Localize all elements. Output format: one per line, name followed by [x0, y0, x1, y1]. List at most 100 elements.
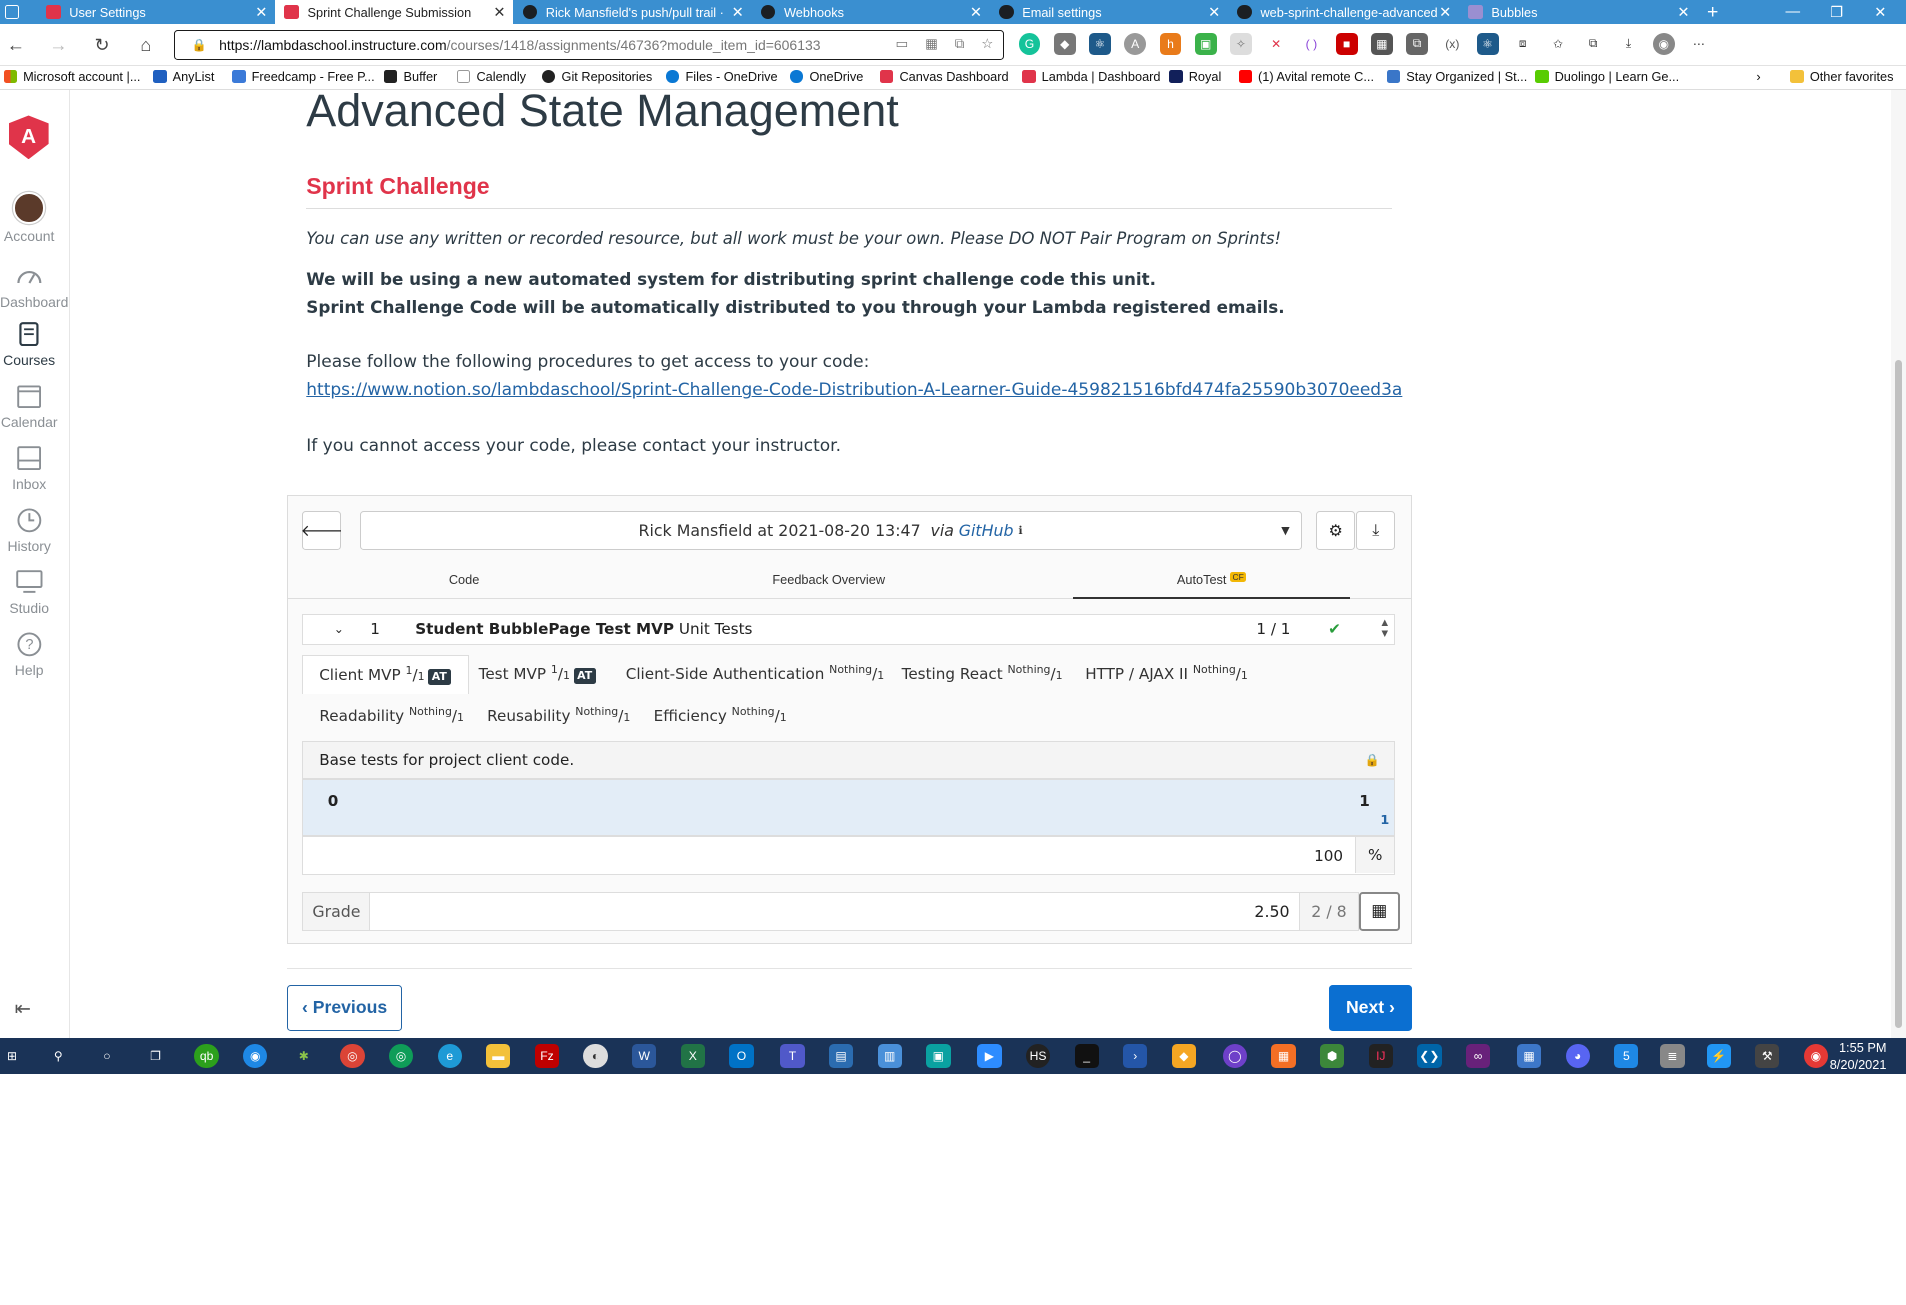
react-devtools-icon[interactable]: ⚛ — [1089, 32, 1111, 55]
previous-button[interactable]: ‹ Previous — [286, 984, 403, 1031]
notion-guide-link[interactable]: https://www.notion.so/lambdaschool/Sprin… — [306, 380, 1402, 400]
category-test-mvp[interactable]: Test MVP 1/1 AT — [479, 663, 596, 684]
extensions-puzzle-icon[interactable]: ⧈ — [1511, 32, 1534, 55]
task-view-icon[interactable]: ❐ — [143, 1044, 167, 1068]
extension-icon[interactable]: ✕ — [1265, 32, 1288, 55]
excel-icon[interactable]: X — [680, 1044, 705, 1069]
bookmark-item[interactable]: AnyList — [153, 69, 214, 84]
bookmark-item[interactable]: Royal — [1169, 69, 1221, 84]
maximize-button[interactable]: ❐ — [1816, 0, 1857, 24]
downloads-icon[interactable]: ⤓ — [1617, 32, 1640, 55]
tab-actions-icon[interactable] — [4, 4, 20, 20]
favorite-star-icon[interactable]: ☆ — [981, 36, 993, 52]
minimize-button[interactable]: — — [1772, 0, 1813, 24]
app-icon[interactable]: ⚡ — [1706, 1044, 1731, 1069]
extension-icon[interactable]: ✧ — [1229, 32, 1252, 55]
quickbooks-icon[interactable]: qb — [194, 1044, 219, 1069]
edge-icon[interactable]: e — [437, 1044, 462, 1069]
nav-dashboard[interactable]: Dashboard — [0, 263, 68, 310]
chrome-icon[interactable]: ◎ — [388, 1044, 414, 1069]
close-tab-icon[interactable]: ✕ — [970, 4, 982, 21]
file-explorer-icon[interactable]: ▬ — [486, 1044, 511, 1069]
word-icon[interactable]: W — [632, 1044, 657, 1069]
tab-bubbles[interactable]: Bubbles ✕ — [1459, 0, 1697, 24]
bookmark-item[interactable]: Microsoft account |... — [3, 69, 140, 84]
zoom-icon[interactable]: ▶ — [977, 1044, 1002, 1069]
extension-icon[interactable]: ▦ — [1370, 32, 1393, 55]
app-icon[interactable]: HS — [1025, 1044, 1051, 1069]
app-icon[interactable]: ▦ — [1271, 1044, 1296, 1069]
tab-webhooks[interactable]: Webhooks ✕ — [751, 0, 989, 24]
powershell-icon[interactable]: › — [1123, 1044, 1148, 1069]
category-client-side-auth[interactable]: Client-Side Authentication Nothing/1 — [626, 663, 884, 683]
windows-start-icon[interactable]: ⊞ — [0, 1044, 24, 1068]
close-tab-icon[interactable]: ✕ — [1208, 4, 1220, 21]
outlook-icon[interactable]: O — [729, 1044, 754, 1069]
more-bookmarks-chevron-icon[interactable]: › — [1756, 69, 1760, 84]
bookmark-item[interactable]: Duolingo | Learn Ge... — [1535, 69, 1679, 84]
bookmark-item[interactable]: Lambda | Dashboard — [1022, 69, 1161, 84]
app-icon[interactable]: ◐ — [583, 1044, 608, 1069]
bookmark-item[interactable]: Git Repositories — [542, 69, 652, 84]
close-tab-icon[interactable]: ✕ — [255, 4, 267, 21]
close-tab-icon[interactable]: ✕ — [732, 4, 744, 21]
tab-sprint-challenge[interactable]: Sprint Challenge Submission ✕ — [274, 0, 513, 25]
forward-button[interactable]: → — [47, 34, 69, 56]
collections-icon[interactable]: ⧉ — [1582, 32, 1605, 55]
nodejs-icon[interactable]: ⬢ — [1320, 1044, 1345, 1069]
download-button[interactable]: ⤓ — [1356, 511, 1396, 551]
extension-icon[interactable]: ■ — [1335, 32, 1358, 55]
extension-icon[interactable]: (x) — [1441, 32, 1464, 55]
app-icon[interactable]: ◉ — [1803, 1044, 1829, 1069]
search-icon[interactable]: ⚲ — [46, 1044, 70, 1068]
bookmark-item[interactable]: Stay Organized | St... — [1386, 69, 1527, 84]
nav-account[interactable]: Account — [0, 192, 58, 244]
nav-history[interactable]: History — [0, 507, 58, 554]
extension-icon[interactable]: ( ) — [1300, 32, 1323, 55]
scroll-arrows-icon[interactable]: ▲ ▼ — [1382, 618, 1389, 640]
bookmark-folder-other[interactable]: Other favorites — [1790, 69, 1893, 84]
info-icon[interactable]: ℹ — [1018, 524, 1022, 537]
tab-feedback-overview[interactable]: Feedback Overview — [750, 572, 908, 587]
back-arrow-button[interactable]: 🡐 — [301, 511, 343, 551]
collapse-nav-icon[interactable]: ⇤ — [15, 997, 31, 1021]
app-icon[interactable]: ▣ — [926, 1044, 951, 1069]
terminal-icon[interactable]: _ — [1074, 1044, 1099, 1069]
honey-extension-icon[interactable]: h — [1159, 32, 1182, 55]
nav-inbox[interactable]: Inbox — [0, 445, 58, 492]
canvas-logo-icon[interactable]: A — [8, 115, 49, 160]
bookmark-item[interactable]: Canvas Dashboard — [880, 69, 1009, 84]
vscode-icon[interactable]: ❮❯ — [1417, 1044, 1442, 1069]
app-icon[interactable]: ◉ — [243, 1044, 268, 1069]
teams-icon[interactable]: T — [780, 1044, 805, 1069]
app-icon[interactable]: ▦ — [1516, 1044, 1542, 1069]
settings-gear-button[interactable]: ⚙ — [1316, 511, 1356, 551]
url-bar[interactable]: 🔒 https://lambdaschool.instructure.com/c… — [173, 30, 1004, 60]
app-icon[interactable]: ▤ — [828, 1044, 854, 1069]
grammarly-extension-icon[interactable]: G — [1018, 32, 1041, 55]
close-tab-icon[interactable]: ✕ — [493, 4, 505, 21]
tab-code[interactable]: Code — [422, 572, 507, 587]
category-reusability[interactable]: Reusability Nothing/1 — [487, 705, 630, 725]
grade-input[interactable]: 2.50 — [370, 891, 1301, 931]
intellij-icon[interactable]: IJ — [1368, 1044, 1393, 1069]
tab-email-settings[interactable]: Email settings ✕ — [989, 0, 1227, 24]
tab-web-sprint-challenge[interactable]: web-sprint-challenge-advanced ✕ — [1228, 0, 1459, 24]
category-readability[interactable]: Readability Nothing/1 — [319, 705, 464, 725]
rubric-grid-button[interactable]: ▦ — [1358, 891, 1400, 931]
more-menu-icon[interactable]: ⋯ — [1688, 32, 1710, 55]
tab-github-trail[interactable]: Rick Mansfield's push/pull trail · ✕ — [513, 0, 751, 24]
adblock-icon[interactable]: A — [1124, 32, 1147, 55]
scrollbar-thumb[interactable] — [1894, 359, 1903, 1029]
app-icon[interactable]: ✱ — [292, 1044, 316, 1068]
page-scrollbar[interactable] — [1891, 89, 1906, 1039]
nav-help[interactable]: ? Help — [0, 631, 58, 678]
bookmark-item[interactable]: Calendly — [457, 69, 526, 84]
extension-icon[interactable]: ▣ — [1194, 32, 1217, 55]
nav-courses[interactable]: Courses — [0, 321, 58, 368]
chevron-down-icon[interactable]: ⌄ — [334, 622, 344, 636]
new-tab-button[interactable]: + — [1699, 0, 1726, 24]
extension-icon[interactable]: ⧉ — [1406, 32, 1429, 55]
favorites-icon[interactable]: ✩ — [1547, 32, 1569, 55]
app-icon[interactable]: 5 — [1614, 1044, 1639, 1069]
